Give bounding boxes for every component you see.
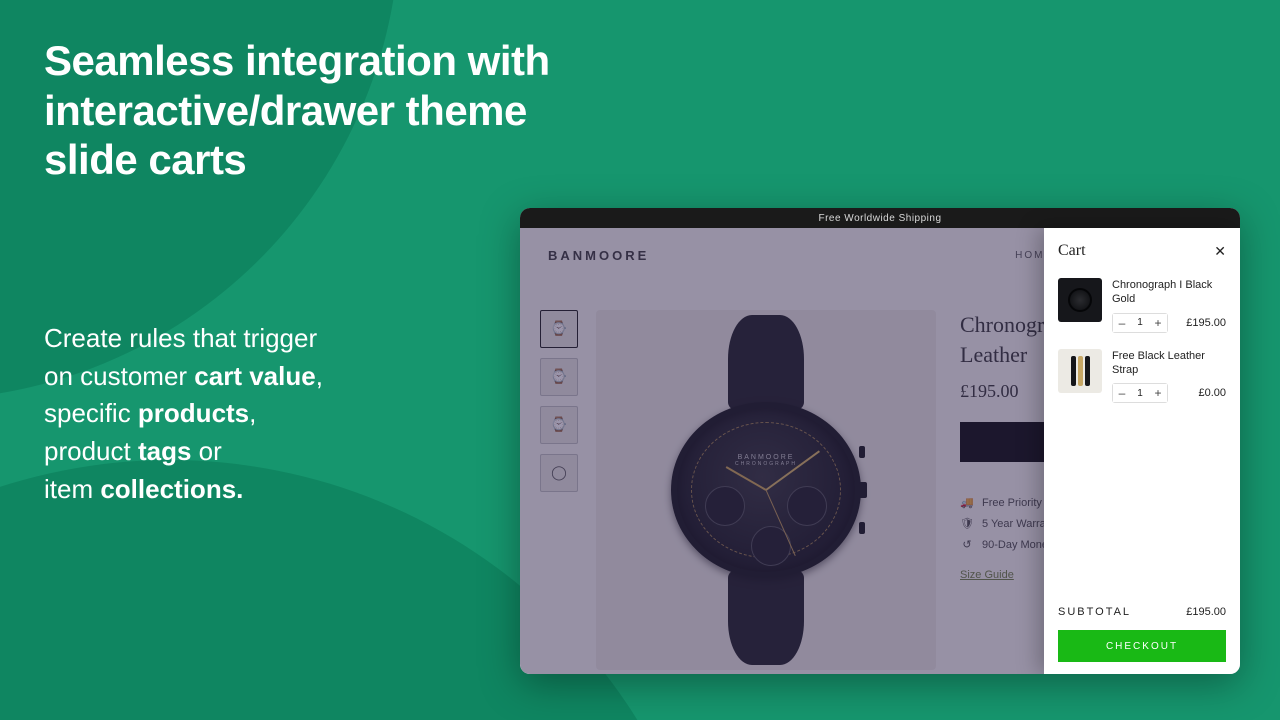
headline-line-3: slide carts [44, 135, 550, 185]
mini-watch-icon [1068, 288, 1092, 312]
sub-line-2a: on customer [44, 361, 194, 391]
qty-decrease-button[interactable]: – [1113, 384, 1131, 402]
quantity-stepper: – 1 + [1112, 383, 1168, 403]
cart-item-price: £0.00 [1198, 387, 1226, 399]
qty-decrease-button[interactable]: – [1113, 314, 1131, 332]
subtotal-value: £195.00 [1186, 606, 1226, 618]
cart-item: Chronograph I Black Gold – 1 + £195.00 [1058, 278, 1226, 333]
cart-item-price: £195.00 [1186, 317, 1226, 329]
sub-bold-collections: collections. [100, 474, 243, 504]
qty-value: 1 [1131, 317, 1149, 328]
cart-item-thumb-strap[interactable] [1058, 349, 1102, 393]
cart-drawer: Cart ✕ Chronograph I Black Gold – 1 + [1044, 228, 1240, 674]
announcement-text: Free Worldwide Shipping [818, 213, 941, 224]
sub-bold-tags: tags [138, 436, 191, 466]
sub-bold-cart-value: cart value [194, 361, 315, 391]
qty-increase-button[interactable]: + [1149, 314, 1167, 332]
cart-item-name[interactable]: Chronograph I Black Gold [1112, 278, 1226, 307]
sub-line-3a: specific [44, 398, 138, 428]
sub-line-1: Create rules that trigger [44, 323, 317, 353]
quantity-stepper: – 1 + [1112, 313, 1168, 333]
close-icon[interactable]: ✕ [1214, 243, 1226, 260]
cart-subtotal: SUBTOTAL £195.00 [1058, 606, 1226, 618]
checkout-button[interactable]: CHECKOUT [1058, 630, 1226, 662]
qty-increase-button[interactable]: + [1149, 384, 1167, 402]
headline-line-2: interactive/drawer theme [44, 86, 550, 136]
sub-or: or [191, 436, 221, 466]
store-screenshot: Free Worldwide Shipping BANMOORE HOME WA… [520, 208, 1240, 674]
sub-comma-1: , [316, 361, 323, 391]
sub-bold-products: products [138, 398, 249, 428]
announcement-bar: Free Worldwide Shipping [520, 208, 1240, 228]
sub-line-4a: product [44, 436, 138, 466]
marketing-subtext: Create rules that trigger on customer ca… [44, 320, 323, 508]
marketing-headline: Seamless integration with interactive/dr… [44, 36, 550, 185]
cart-title: Cart [1058, 242, 1086, 260]
sub-comma-2: , [249, 398, 256, 428]
cart-item-thumb-watch[interactable] [1058, 278, 1102, 322]
sub-line-5a: item [44, 474, 100, 504]
cart-item: Free Black Leather Strap – 1 + £0.00 [1058, 349, 1226, 404]
headline-line-1: Seamless integration with [44, 36, 550, 86]
cart-item-name[interactable]: Free Black Leather Strap [1112, 349, 1226, 378]
subtotal-label: SUBTOTAL [1058, 606, 1131, 618]
qty-value: 1 [1131, 388, 1149, 399]
